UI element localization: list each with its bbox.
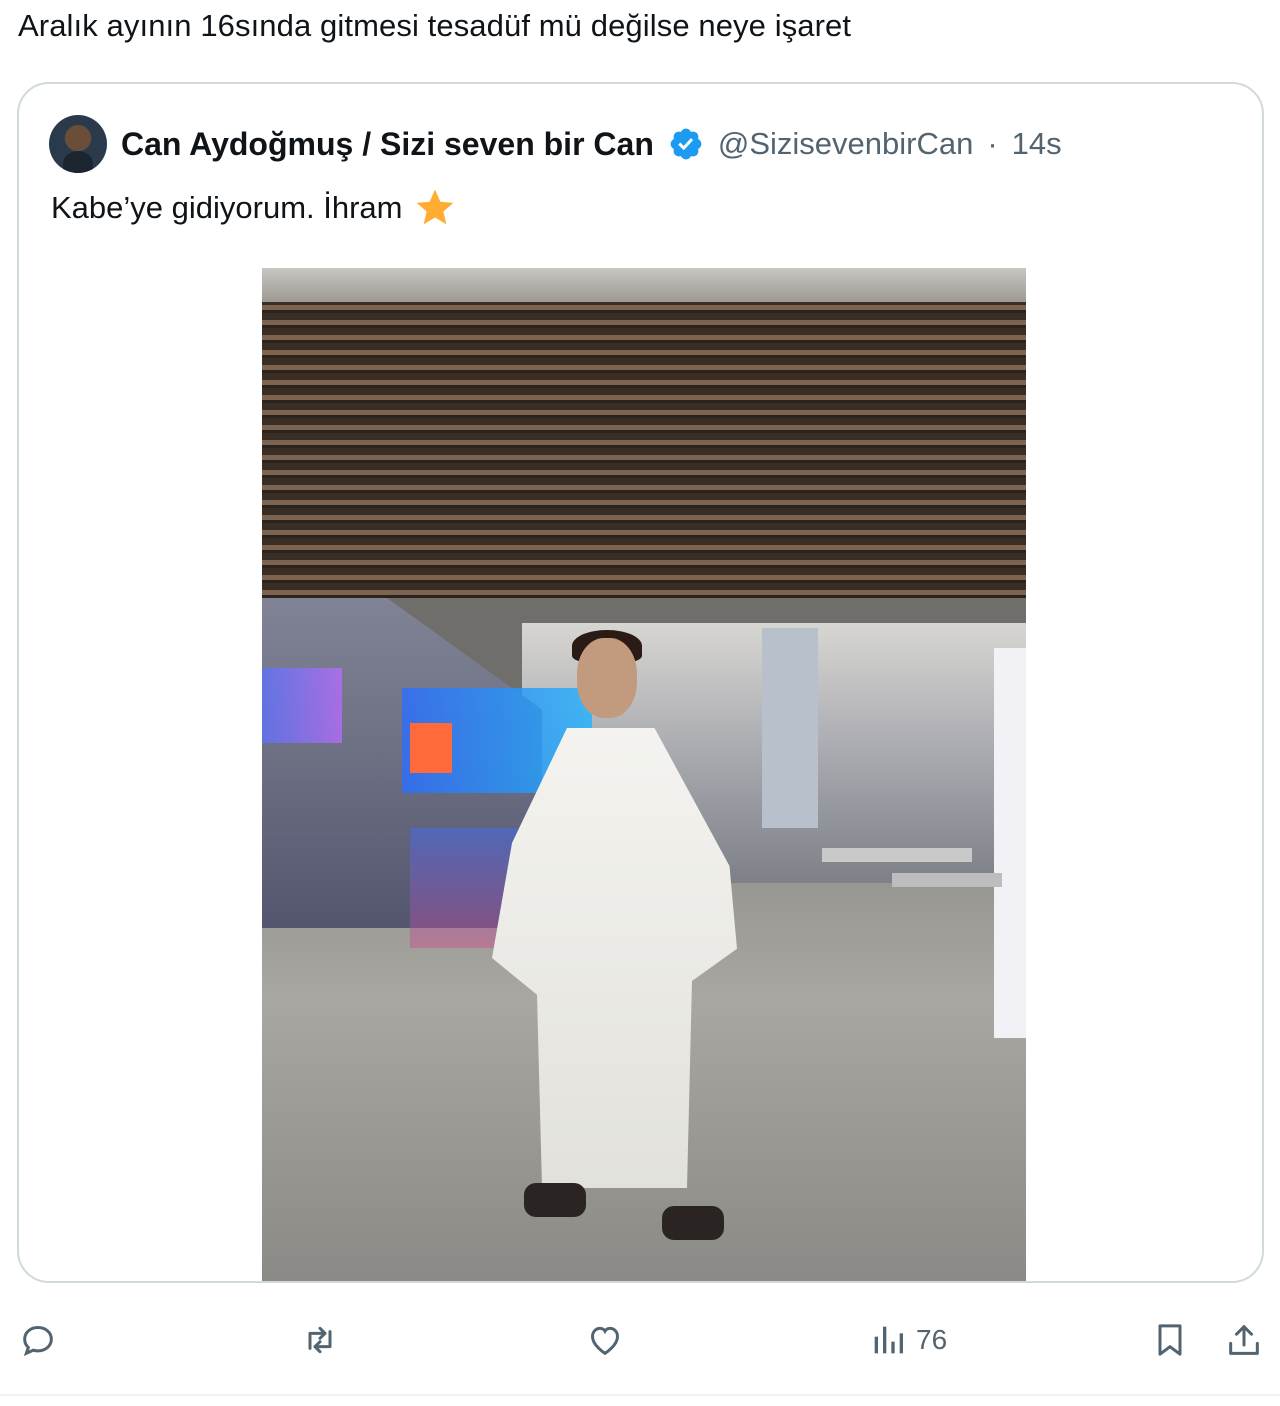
- share-icon: [1229, 1325, 1259, 1355]
- photo-bench: [822, 848, 972, 862]
- photo-shop-poster: [410, 723, 452, 773]
- photo-neon-sign: [262, 668, 342, 743]
- quoted-tweet-card[interactable]: Can Aydoğmuş / Sizi seven bir Can @Sizis…: [17, 82, 1264, 1283]
- user-handle[interactable]: @SizisevenbirCan: [718, 126, 973, 162]
- views-count: 76: [916, 1324, 948, 1355]
- views-icon: [874, 1326, 903, 1354]
- share-button[interactable]: [1224, 1312, 1264, 1368]
- views-button[interactable]: 76: [868, 1312, 947, 1368]
- photo-ceiling-top: [262, 268, 1026, 302]
- photo-sandal: [524, 1183, 586, 1217]
- verified-badge-icon: [670, 128, 702, 160]
- quoted-tweet-header: Can Aydoğmuş / Sizi seven bir Can @Sizis…: [49, 114, 1062, 174]
- photo-sandal: [662, 1206, 724, 1240]
- photo-kiosk: [994, 648, 1026, 1038]
- bookmark-icon: [1158, 1324, 1182, 1356]
- photo-ceiling: [262, 268, 1026, 598]
- reply-button[interactable]: [18, 1312, 58, 1368]
- photo-pillar: [762, 628, 818, 828]
- photo-person-head: [577, 638, 637, 718]
- like-button[interactable]: [585, 1312, 625, 1368]
- tweet-actions-bar: 76: [0, 1312, 1280, 1368]
- tweet-text: Aralık ayının 16sında gitmesi tesadüf mü…: [18, 8, 852, 43]
- reply-icon: [23, 1325, 53, 1357]
- timestamp[interactable]: 14s: [1012, 126, 1062, 162]
- display-name[interactable]: Can Aydoğmuş / Sizi seven bir Can: [121, 126, 654, 163]
- retweet-button[interactable]: [300, 1312, 340, 1368]
- avatar[interactable]: [49, 115, 107, 173]
- photo-bench: [892, 873, 1002, 887]
- separator-dot: ·: [987, 126, 998, 161]
- retweet-icon: [308, 1326, 332, 1354]
- quoted-tweet-text-row: Kabe’ye gidiyorum. İhram: [51, 186, 457, 230]
- divider: [0, 1394, 1280, 1396]
- quoted-tweet-text: Kabe’ye gidiyorum. İhram: [51, 190, 403, 225]
- star-icon: [416, 189, 453, 225]
- bookmark-button[interactable]: [1150, 1312, 1190, 1368]
- tweet-photo[interactable]: [262, 268, 1026, 1281]
- heart-icon: [590, 1326, 620, 1356]
